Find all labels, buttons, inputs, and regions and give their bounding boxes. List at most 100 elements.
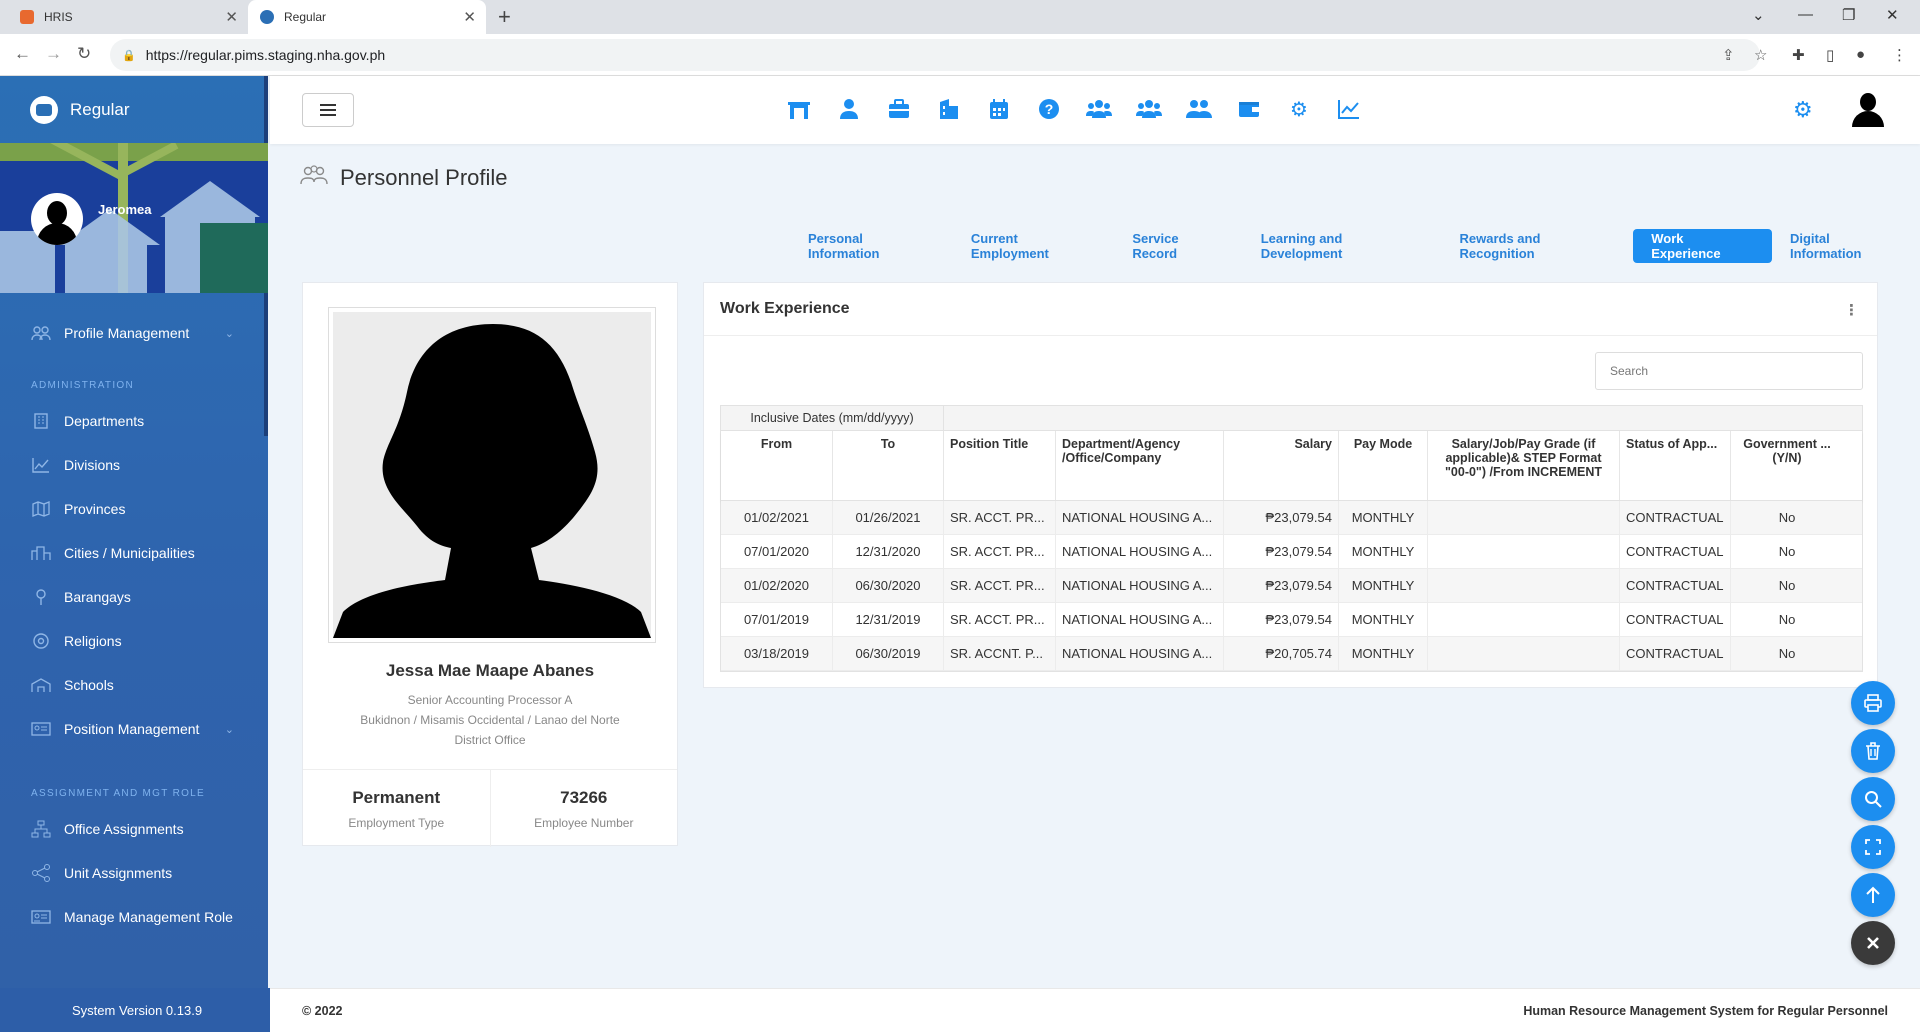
column-header-from[interactable]: From — [721, 431, 833, 500]
more-options-icon[interactable]: ⋮ — [1844, 301, 1859, 319]
side-panel-icon[interactable]: ▯ — [1826, 46, 1834, 64]
sidebar-item-religions[interactable]: Religions — [0, 619, 268, 663]
cell-pay-grade — [1428, 637, 1620, 670]
browser-tab-title: Regular — [284, 10, 327, 24]
profile-photo — [333, 312, 651, 638]
hamburger-icon — [320, 114, 336, 116]
cell-government: No — [1778, 578, 1796, 593]
search-button[interactable] — [1851, 777, 1895, 821]
sidebar-item-divisions[interactable]: Divisions — [0, 443, 268, 487]
table-row[interactable]: 07/01/2019 12/31/2019 SR. ACCT. PR... NATIO… — [721, 603, 1862, 637]
calendar-icon[interactable] — [986, 96, 1012, 122]
fullscreen-button[interactable] — [1851, 825, 1895, 869]
person-icon[interactable] — [836, 96, 862, 122]
home-icon[interactable] — [786, 96, 812, 122]
address-bar[interactable]: 🔒 https://regular.pims.staging.nha.gov.p… — [110, 39, 1760, 71]
browser-tab-hris[interactable]: HRIS ✕ — [8, 0, 248, 34]
sidebar-item-cities[interactable]: Cities / Municipalities — [0, 531, 268, 575]
reload-icon[interactable]: ↻ — [77, 44, 91, 64]
sidebar-item-unit-assignments[interactable]: Unit Assignments — [0, 851, 268, 895]
group-icon[interactable] — [1086, 96, 1112, 122]
browser-tab-regular[interactable]: Regular ✕ — [248, 0, 486, 34]
sidebar-item-label: Schools — [64, 677, 114, 693]
user-menu-avatar[interactable] — [1852, 93, 1884, 129]
column-header-to[interactable]: To — [833, 431, 944, 500]
table-row[interactable]: 01/02/2021 01/26/2021 SR. ACCT. PR... NATIO… — [721, 501, 1862, 535]
sidebar-item-schools[interactable]: Schools — [0, 663, 268, 707]
column-header-salary[interactable]: Salary — [1224, 431, 1339, 500]
column-header-department[interactable]: Department/Agency /Office/Company — [1056, 431, 1224, 500]
profile-icon[interactable]: ● — [1856, 46, 1865, 63]
analytics-icon[interactable] — [1336, 96, 1362, 122]
column-header-pay-mode[interactable]: Pay Mode — [1339, 431, 1428, 500]
minimize-icon[interactable]: — — [1798, 6, 1813, 23]
sidebar-item-profile-management[interactable]: Profile Management ⌄ — [0, 311, 268, 355]
column-header-government[interactable]: Government ... (Y/N) — [1731, 431, 1843, 500]
pin-icon — [31, 588, 51, 606]
tab-service-record[interactable]: Service Record — [1114, 229, 1242, 263]
cell-position: SR. ACCT. PR... — [944, 603, 1056, 636]
tab-learning-development[interactable]: Learning and Development — [1243, 229, 1442, 263]
settings-gear-icon[interactable]: ⚙ — [1793, 97, 1813, 123]
column-header-status[interactable]: Status of App... — [1620, 431, 1731, 500]
share-icon[interactable]: ⇪ — [1722, 46, 1735, 64]
briefcase-icon[interactable] — [886, 96, 912, 122]
tab-personal-information[interactable]: Personal Information — [790, 229, 953, 263]
print-button[interactable] — [1851, 681, 1895, 725]
user-banner: Jeromea — [0, 143, 268, 293]
scroll-top-button[interactable] — [1851, 873, 1895, 917]
chevron-down-icon: ⌄ — [224, 327, 234, 340]
tab-digital-information[interactable]: Digital Information — [1772, 229, 1920, 263]
user-avatar[interactable] — [31, 193, 83, 245]
team-icon[interactable] — [1136, 96, 1162, 122]
sidebar-item-manage-role[interactable]: Manage Management Role — [0, 895, 268, 939]
hris-favicon-icon — [20, 10, 34, 24]
close-tab-icon[interactable]: ✕ — [463, 8, 476, 26]
back-icon[interactable]: ← — [14, 44, 31, 64]
sidebar-item-departments[interactable]: Departments — [0, 399, 268, 443]
extensions-icon[interactable]: ✚ — [1792, 46, 1805, 64]
new-tab-icon[interactable]: + — [498, 4, 511, 30]
browser-menu-icon[interactable]: ⋮ — [1892, 46, 1907, 64]
sidebar-brand[interactable]: Regular — [0, 76, 268, 143]
delete-button[interactable] — [1851, 729, 1895, 773]
city-icon — [31, 544, 51, 562]
map-icon — [31, 500, 51, 518]
table-row[interactable]: 01/02/2020 06/30/2020 SR. ACCT. PR... NATIO… — [721, 569, 1862, 603]
employee-position: Senior Accounting Processor A — [407, 693, 573, 707]
table-header: From To Position Title Department/Agency… — [721, 431, 1862, 501]
column-header-position-title[interactable]: Position Title — [944, 431, 1056, 500]
menu-toggle-button[interactable] — [302, 93, 354, 127]
sidebar-item-provinces[interactable]: Provinces — [0, 487, 268, 531]
group-header-inclusive-dates: Inclusive Dates (mm/dd/yyyy) — [721, 406, 944, 430]
window-close-icon[interactable]: ✕ — [1886, 6, 1899, 24]
help-icon[interactable]: ? — [1036, 96, 1062, 122]
user-friends-icon[interactable] — [1186, 96, 1212, 122]
sidebar-item-label: Barangays — [64, 589, 131, 605]
sidebar-item-label: Provinces — [64, 501, 126, 517]
close-button[interactable] — [1851, 921, 1895, 965]
cell-salary: ₱23,079.54 — [1224, 501, 1339, 534]
restore-icon[interactable]: ❐ — [1842, 6, 1855, 24]
employment-type-value: Permanent — [352, 787, 441, 807]
table-row[interactable]: 03/18/2019 06/30/2019 SR. ACCNT. P... NATIO… — [721, 637, 1862, 671]
building-icon — [31, 412, 51, 430]
sidebar-item-position-management[interactable]: Position Management ⌄ — [0, 707, 268, 751]
sidebar-item-office-assignments[interactable]: Office Assignments — [0, 807, 268, 851]
wallet-icon[interactable] — [1236, 96, 1262, 122]
search-input[interactable] — [1595, 352, 1863, 390]
sidebar-item-barangays[interactable]: Barangays — [0, 575, 268, 619]
tab-rewards-recognition[interactable]: Rewards and Recognition — [1442, 229, 1634, 263]
tab-current-employment[interactable]: Current Employment — [953, 229, 1114, 263]
office-building-icon[interactable] — [936, 96, 962, 122]
forward-icon[interactable]: → — [45, 44, 62, 64]
section-assignment: ASSIGNMENT AND MGT ROLE — [31, 788, 206, 799]
tab-search-icon[interactable]: ⌄ — [1752, 6, 1765, 24]
tab-work-experience[interactable]: Work Experience — [1633, 229, 1772, 263]
bookmark-star-icon[interactable]: ☆ — [1754, 46, 1767, 64]
work-experience-header: Work Experience ⋮ — [704, 283, 1877, 336]
table-row[interactable]: 07/01/2020 12/31/2020 SR. ACCT. PR... NATIO… — [721, 535, 1862, 569]
settings-icon[interactable]: ⚙ — [1286, 96, 1312, 122]
close-tab-icon[interactable]: ✕ — [225, 8, 238, 26]
column-header-pay-grade[interactable]: Salary/Job/Pay Grade (if applicable)& ST… — [1428, 431, 1620, 500]
